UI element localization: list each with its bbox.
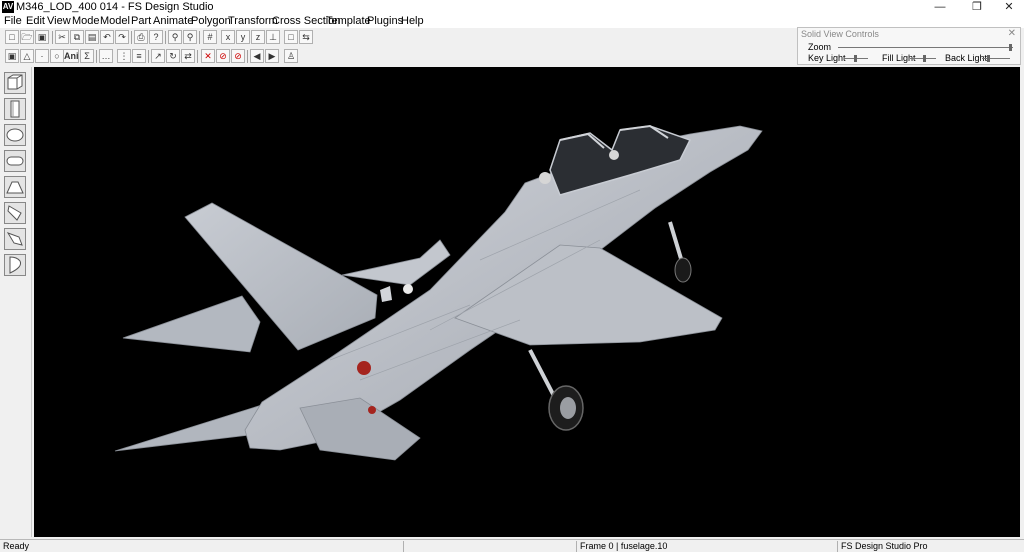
animation-button[interactable]: Ani [63, 49, 79, 63]
redo-icon[interactable]: ↷ [115, 30, 129, 44]
menu-mode[interactable]: Mode [72, 15, 100, 27]
status-ready: Ready [3, 541, 30, 551]
key-light-label: Key Light [808, 53, 846, 63]
roundel [357, 361, 371, 375]
status-empty [403, 541, 575, 552]
column-primitive-icon[interactable] [4, 98, 26, 120]
nose-wheel [674, 257, 692, 283]
menu-plugins[interactable]: Plugins [367, 15, 403, 27]
menu-bar: File Edit View Mode Model Part Animate P… [0, 14, 1024, 28]
view-x-icon[interactable]: x [221, 30, 235, 44]
window-title: M346_LOD_400 014 - FS Design Studio [16, 1, 214, 13]
box-primitive-icon[interactable] [4, 72, 26, 94]
wing-primitive-icon[interactable] [4, 202, 26, 224]
back-light-label: Back Light [945, 53, 988, 63]
3d-viewport[interactable] [34, 67, 1020, 537]
no-entry-icon[interactable]: ⊘ [231, 49, 245, 63]
play-back-icon[interactable]: ◀ [250, 49, 264, 63]
zoom-slider[interactable] [838, 47, 1013, 48]
zoom-in-icon[interactable]: ⚲ [168, 30, 182, 44]
svc-close-icon[interactable]: ✕ [1008, 28, 1016, 39]
arrow-up-right-icon[interactable]: ↗ [151, 49, 165, 63]
view-z-icon[interactable]: z [251, 30, 265, 44]
menu-transform[interactable]: Transform [228, 15, 278, 27]
view-top-icon[interactable]: ⊥ [266, 30, 280, 44]
solid-view-controls-panel: Solid View Controls ✕ Zoom Key Light Fil… [797, 27, 1021, 65]
triangle-icon[interactable]: △ [20, 49, 34, 63]
view-y-icon[interactable]: y [236, 30, 250, 44]
undo-icon[interactable]: ↶ [100, 30, 114, 44]
app-icon: AV [2, 1, 14, 13]
cut-icon[interactable]: ✂ [55, 30, 69, 44]
text-tool-icon[interactable]: … [99, 49, 113, 63]
tail-fin-upper [341, 239, 451, 286]
people-icon[interactable]: ♙ [284, 49, 298, 63]
ventral-fin [299, 397, 421, 461]
rotate-icon[interactable]: ↻ [166, 49, 180, 63]
menu-help[interactable]: Help [401, 15, 424, 27]
aircraft-model [114, 124, 763, 461]
fill-light-slider-thumb[interactable] [923, 55, 927, 62]
fin-primitive-icon[interactable] [4, 228, 26, 250]
back-light-slider-thumb[interactable] [986, 55, 990, 62]
zoom-label: Zoom [808, 42, 832, 52]
select-box-icon[interactable]: ▣ [5, 49, 19, 63]
restore-icon[interactable]: ❐ [962, 0, 992, 14]
status-bar: Ready Frame 0 | fuselage.10 FS Design St… [0, 539, 1024, 552]
stop-icon[interactable]: ⊘ [216, 49, 230, 63]
help-icon[interactable]: ? [149, 30, 163, 44]
play-forward-icon[interactable]: ▶ [265, 49, 279, 63]
status-product: FS Design Studio Pro [837, 541, 1024, 552]
paste-icon[interactable]: ▤ [85, 30, 99, 44]
mirror-icon[interactable]: ⇄ [181, 49, 195, 63]
open-folder-icon[interactable]: 🗁 [20, 30, 34, 44]
wedge-primitive-icon[interactable] [4, 176, 26, 198]
menu-view[interactable]: View [47, 15, 71, 27]
circle-icon[interactable]: ○ [50, 49, 64, 63]
svc-title: Solid View Controls [801, 29, 879, 39]
menu-part[interactable]: Part [131, 15, 151, 27]
point-icon[interactable]: · [35, 49, 49, 63]
left-tool-palette [0, 67, 32, 537]
nosecone-primitive-icon[interactable] [4, 254, 26, 276]
link-icon[interactable]: ⇆ [299, 30, 313, 44]
menu-edit[interactable]: Edit [26, 15, 45, 27]
minimize-icon[interactable]: — [925, 0, 955, 14]
menu-file[interactable]: File [4, 15, 22, 27]
copy-icon[interactable]: ⧉ [70, 30, 84, 44]
title-bar: AV M346_LOD_400 014 - FS Design Studio —… [0, 0, 1024, 14]
save-icon[interactable]: ▣ [35, 30, 49, 44]
menu-animate[interactable]: Animate [153, 15, 193, 27]
dashed-grid-icon[interactable]: ⋮ [117, 49, 131, 63]
zoom-out-icon[interactable]: ⚲ [183, 30, 197, 44]
toolbar-secondary: ▣ △ · ○ Ani Σ … ⋮ ≡ ↗ ↻ ⇄ ✕ ⊘ ⊘ ◀ ▶ ♙ [0, 48, 800, 66]
menu-model[interactable]: Model [100, 15, 130, 27]
new-file-icon[interactable]: □ [5, 30, 19, 44]
grid-icon[interactable]: # [203, 30, 217, 44]
lock-icon[interactable]: □ [284, 30, 298, 44]
left-stabilizer [122, 295, 261, 353]
close-icon[interactable]: ✕ [994, 0, 1024, 14]
zoom-slider-thumb[interactable] [1008, 44, 1012, 51]
menu-template[interactable]: Template [326, 15, 371, 27]
cylinder-primitive-icon[interactable] [4, 150, 26, 172]
lines-icon[interactable]: ≡ [132, 49, 146, 63]
key-light-slider-thumb[interactable] [853, 55, 857, 62]
delete-x-icon[interactable]: ✕ [201, 49, 215, 63]
status-frame: Frame 0 | fuselage.10 [576, 541, 836, 552]
print-icon[interactable]: ⎙ [134, 30, 148, 44]
toolbar-main: □ 🗁 ▣ ✂ ⧉ ▤ ↶ ↷ ⎙ ? ⚲ ⚲ # x y z ⊥ □ ⇆ [0, 29, 800, 47]
menu-polygon[interactable]: Polygon [191, 15, 231, 27]
sigma-icon[interactable]: Σ [80, 49, 94, 63]
sphere-primitive-icon[interactable] [4, 124, 26, 146]
